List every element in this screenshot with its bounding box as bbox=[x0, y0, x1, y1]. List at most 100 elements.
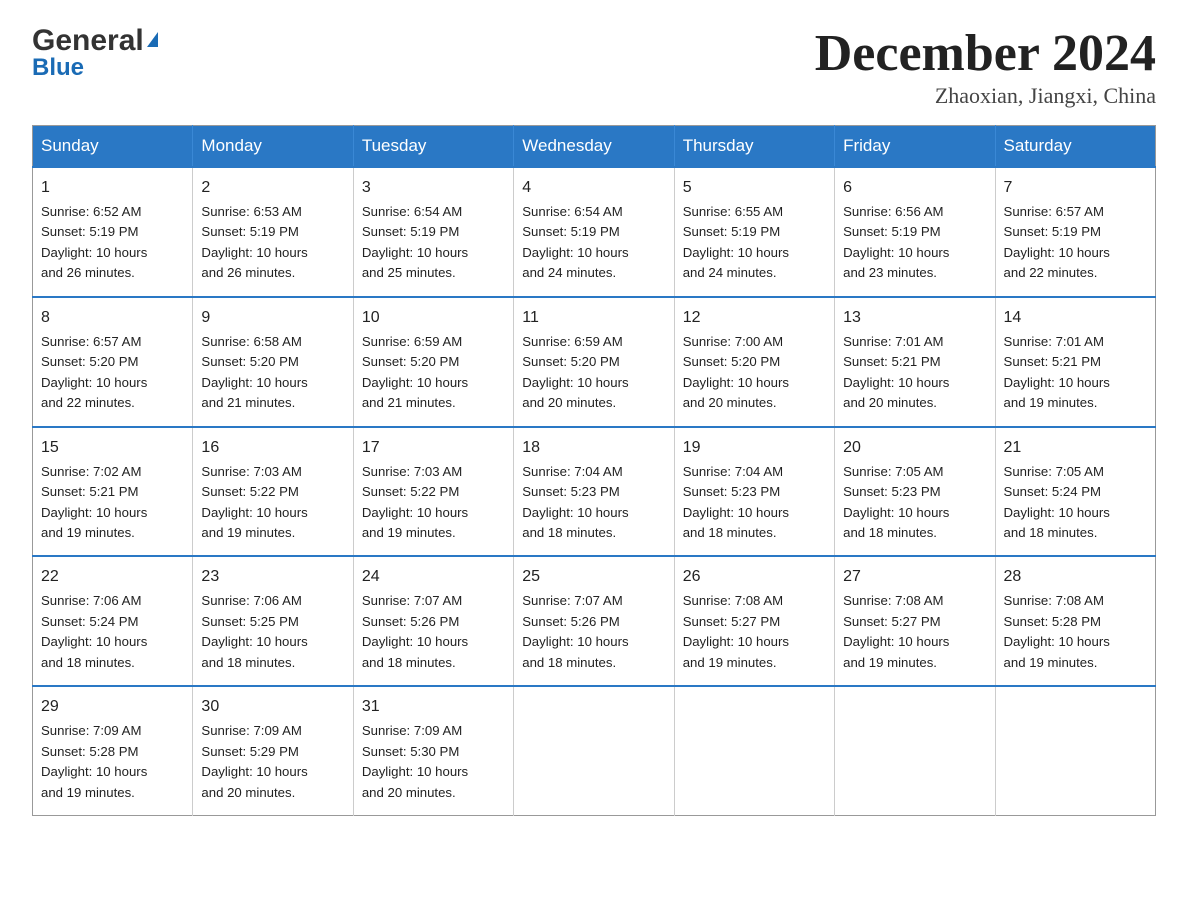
day-number: 29 bbox=[41, 695, 184, 719]
table-row: 19Sunrise: 7:04 AM Sunset: 5:23 PM Dayli… bbox=[674, 427, 834, 557]
day-info: Sunrise: 7:04 AM Sunset: 5:23 PM Dayligh… bbox=[522, 462, 665, 544]
day-info: Sunrise: 6:53 AM Sunset: 5:19 PM Dayligh… bbox=[201, 202, 344, 284]
day-info: Sunrise: 7:03 AM Sunset: 5:22 PM Dayligh… bbox=[362, 462, 505, 544]
day-info: Sunrise: 7:05 AM Sunset: 5:23 PM Dayligh… bbox=[843, 462, 986, 544]
table-row bbox=[514, 686, 674, 815]
day-number: 4 bbox=[522, 176, 665, 200]
header-tuesday: Tuesday bbox=[353, 126, 513, 168]
day-number: 14 bbox=[1004, 306, 1147, 330]
day-info: Sunrise: 6:57 AM Sunset: 5:19 PM Dayligh… bbox=[1004, 202, 1147, 284]
calendar-week-row: 22Sunrise: 7:06 AM Sunset: 5:24 PM Dayli… bbox=[33, 556, 1156, 686]
day-info: Sunrise: 6:58 AM Sunset: 5:20 PM Dayligh… bbox=[201, 332, 344, 414]
day-info: Sunrise: 7:06 AM Sunset: 5:24 PM Dayligh… bbox=[41, 591, 184, 673]
day-info: Sunrise: 6:55 AM Sunset: 5:19 PM Dayligh… bbox=[683, 202, 826, 284]
day-info: Sunrise: 7:02 AM Sunset: 5:21 PM Dayligh… bbox=[41, 462, 184, 544]
day-info: Sunrise: 7:01 AM Sunset: 5:21 PM Dayligh… bbox=[843, 332, 986, 414]
table-row: 15Sunrise: 7:02 AM Sunset: 5:21 PM Dayli… bbox=[33, 427, 193, 557]
day-info: Sunrise: 7:09 AM Sunset: 5:28 PM Dayligh… bbox=[41, 721, 184, 803]
day-info: Sunrise: 7:08 AM Sunset: 5:27 PM Dayligh… bbox=[843, 591, 986, 673]
table-row: 5Sunrise: 6:55 AM Sunset: 5:19 PM Daylig… bbox=[674, 167, 834, 297]
page-header: General Blue December 2024 Zhaoxian, Jia… bbox=[32, 24, 1156, 109]
day-number: 12 bbox=[683, 306, 826, 330]
day-number: 3 bbox=[362, 176, 505, 200]
table-row: 12Sunrise: 7:00 AM Sunset: 5:20 PM Dayli… bbox=[674, 297, 834, 427]
calendar-subtitle: Zhaoxian, Jiangxi, China bbox=[815, 83, 1156, 109]
day-number: 1 bbox=[41, 176, 184, 200]
table-row: 22Sunrise: 7:06 AM Sunset: 5:24 PM Dayli… bbox=[33, 556, 193, 686]
day-number: 5 bbox=[683, 176, 826, 200]
header-thursday: Thursday bbox=[674, 126, 834, 168]
day-number: 17 bbox=[362, 436, 505, 460]
table-row: 1Sunrise: 6:52 AM Sunset: 5:19 PM Daylig… bbox=[33, 167, 193, 297]
day-number: 22 bbox=[41, 565, 184, 589]
table-row: 31Sunrise: 7:09 AM Sunset: 5:30 PM Dayli… bbox=[353, 686, 513, 815]
table-row bbox=[995, 686, 1155, 815]
table-row: 29Sunrise: 7:09 AM Sunset: 5:28 PM Dayli… bbox=[33, 686, 193, 815]
day-number: 28 bbox=[1004, 565, 1147, 589]
day-info: Sunrise: 6:56 AM Sunset: 5:19 PM Dayligh… bbox=[843, 202, 986, 284]
day-number: 30 bbox=[201, 695, 344, 719]
table-row: 21Sunrise: 7:05 AM Sunset: 5:24 PM Dayli… bbox=[995, 427, 1155, 557]
header-sunday: Sunday bbox=[33, 126, 193, 168]
day-info: Sunrise: 6:54 AM Sunset: 5:19 PM Dayligh… bbox=[362, 202, 505, 284]
table-row: 2Sunrise: 6:53 AM Sunset: 5:19 PM Daylig… bbox=[193, 167, 353, 297]
day-info: Sunrise: 7:08 AM Sunset: 5:27 PM Dayligh… bbox=[683, 591, 826, 673]
header-saturday: Saturday bbox=[995, 126, 1155, 168]
calendar-week-row: 1Sunrise: 6:52 AM Sunset: 5:19 PM Daylig… bbox=[33, 167, 1156, 297]
header-monday: Monday bbox=[193, 126, 353, 168]
day-info: Sunrise: 6:54 AM Sunset: 5:19 PM Dayligh… bbox=[522, 202, 665, 284]
table-row: 14Sunrise: 7:01 AM Sunset: 5:21 PM Dayli… bbox=[995, 297, 1155, 427]
logo: General Blue bbox=[32, 24, 158, 82]
logo-blue: Blue bbox=[32, 54, 84, 82]
table-row: 16Sunrise: 7:03 AM Sunset: 5:22 PM Dayli… bbox=[193, 427, 353, 557]
day-info: Sunrise: 7:01 AM Sunset: 5:21 PM Dayligh… bbox=[1004, 332, 1147, 414]
day-info: Sunrise: 7:09 AM Sunset: 5:30 PM Dayligh… bbox=[362, 721, 505, 803]
day-number: 13 bbox=[843, 306, 986, 330]
day-number: 31 bbox=[362, 695, 505, 719]
day-info: Sunrise: 7:04 AM Sunset: 5:23 PM Dayligh… bbox=[683, 462, 826, 544]
day-number: 24 bbox=[362, 565, 505, 589]
day-info: Sunrise: 7:00 AM Sunset: 5:20 PM Dayligh… bbox=[683, 332, 826, 414]
calendar-week-row: 15Sunrise: 7:02 AM Sunset: 5:21 PM Dayli… bbox=[33, 427, 1156, 557]
table-row: 23Sunrise: 7:06 AM Sunset: 5:25 PM Dayli… bbox=[193, 556, 353, 686]
day-number: 11 bbox=[522, 306, 665, 330]
header-row: Sunday Monday Tuesday Wednesday Thursday… bbox=[33, 126, 1156, 168]
table-row: 30Sunrise: 7:09 AM Sunset: 5:29 PM Dayli… bbox=[193, 686, 353, 815]
calendar-table: Sunday Monday Tuesday Wednesday Thursday… bbox=[32, 125, 1156, 816]
day-number: 10 bbox=[362, 306, 505, 330]
logo-general-text: General bbox=[32, 24, 158, 58]
table-row: 8Sunrise: 6:57 AM Sunset: 5:20 PM Daylig… bbox=[33, 297, 193, 427]
day-number: 25 bbox=[522, 565, 665, 589]
table-row: 17Sunrise: 7:03 AM Sunset: 5:22 PM Dayli… bbox=[353, 427, 513, 557]
table-row: 6Sunrise: 6:56 AM Sunset: 5:19 PM Daylig… bbox=[835, 167, 995, 297]
calendar-body: 1Sunrise: 6:52 AM Sunset: 5:19 PM Daylig… bbox=[33, 167, 1156, 816]
day-info: Sunrise: 7:09 AM Sunset: 5:29 PM Dayligh… bbox=[201, 721, 344, 803]
table-row: 26Sunrise: 7:08 AM Sunset: 5:27 PM Dayli… bbox=[674, 556, 834, 686]
table-row: 9Sunrise: 6:58 AM Sunset: 5:20 PM Daylig… bbox=[193, 297, 353, 427]
calendar-title-block: December 2024 Zhaoxian, Jiangxi, China bbox=[815, 24, 1156, 109]
day-number: 2 bbox=[201, 176, 344, 200]
table-row bbox=[835, 686, 995, 815]
table-row: 20Sunrise: 7:05 AM Sunset: 5:23 PM Dayli… bbox=[835, 427, 995, 557]
day-info: Sunrise: 7:03 AM Sunset: 5:22 PM Dayligh… bbox=[201, 462, 344, 544]
table-row: 10Sunrise: 6:59 AM Sunset: 5:20 PM Dayli… bbox=[353, 297, 513, 427]
day-info: Sunrise: 7:07 AM Sunset: 5:26 PM Dayligh… bbox=[522, 591, 665, 673]
day-info: Sunrise: 6:59 AM Sunset: 5:20 PM Dayligh… bbox=[362, 332, 505, 414]
header-friday: Friday bbox=[835, 126, 995, 168]
day-info: Sunrise: 7:07 AM Sunset: 5:26 PM Dayligh… bbox=[362, 591, 505, 673]
calendar-title: December 2024 bbox=[815, 24, 1156, 83]
logo-general: General bbox=[32, 24, 144, 58]
calendar-week-row: 29Sunrise: 7:09 AM Sunset: 5:28 PM Dayli… bbox=[33, 686, 1156, 815]
day-number: 23 bbox=[201, 565, 344, 589]
day-info: Sunrise: 7:05 AM Sunset: 5:24 PM Dayligh… bbox=[1004, 462, 1147, 544]
day-number: 18 bbox=[522, 436, 665, 460]
day-number: 15 bbox=[41, 436, 184, 460]
day-number: 27 bbox=[843, 565, 986, 589]
table-row: 18Sunrise: 7:04 AM Sunset: 5:23 PM Dayli… bbox=[514, 427, 674, 557]
day-number: 8 bbox=[41, 306, 184, 330]
day-info: Sunrise: 7:06 AM Sunset: 5:25 PM Dayligh… bbox=[201, 591, 344, 673]
table-row: 4Sunrise: 6:54 AM Sunset: 5:19 PM Daylig… bbox=[514, 167, 674, 297]
table-row bbox=[674, 686, 834, 815]
day-number: 6 bbox=[843, 176, 986, 200]
logo-triangle-icon bbox=[147, 32, 158, 47]
